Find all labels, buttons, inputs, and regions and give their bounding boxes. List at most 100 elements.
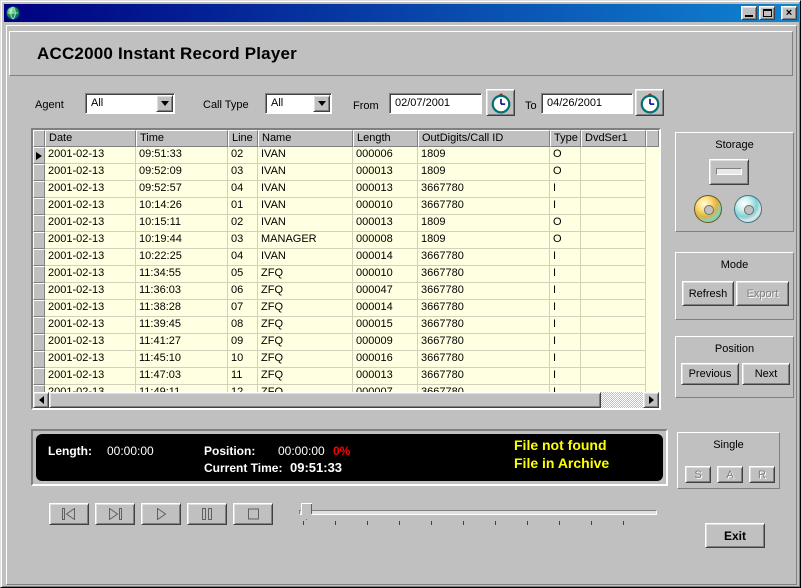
call-type-dropdown[interactable]: All bbox=[265, 93, 332, 114]
title-bar[interactable]: × bbox=[4, 4, 799, 22]
grid-cell bbox=[581, 266, 646, 283]
column-header-time[interactable]: Time bbox=[136, 130, 228, 147]
stop-button[interactable] bbox=[233, 503, 273, 525]
table-row[interactable]: 2001-02-1309:52:0903IVAN0000131809O bbox=[33, 164, 659, 181]
row-indicator bbox=[33, 147, 45, 164]
column-header-outdigits-call-id[interactable]: OutDigits/Call ID bbox=[418, 130, 550, 147]
close-button[interactable]: × bbox=[781, 6, 797, 20]
grid-cell: 2001-02-13 bbox=[45, 181, 136, 198]
seek-slider-track[interactable] bbox=[299, 510, 657, 515]
grid-cell: IVAN bbox=[258, 249, 353, 266]
grid-cell: 2001-02-13 bbox=[45, 232, 136, 249]
status-line-1: File not found bbox=[514, 437, 607, 453]
export-button[interactable]: Export bbox=[736, 281, 789, 306]
column-header-line[interactable]: Line bbox=[228, 130, 258, 147]
row-indicator bbox=[33, 249, 45, 266]
single-panel: Single S A R bbox=[677, 432, 780, 489]
mode-panel: Mode Refresh Export bbox=[675, 252, 794, 320]
grid-cell bbox=[581, 147, 646, 164]
a-button[interactable]: A bbox=[717, 466, 743, 483]
table-row[interactable]: 2001-02-1310:22:2504IVAN0000143667780I bbox=[33, 249, 659, 266]
column-header-length[interactable]: Length bbox=[353, 130, 418, 147]
grid-cell: 000016 bbox=[353, 351, 418, 368]
agent-dropdown-button[interactable] bbox=[156, 95, 173, 112]
table-row[interactable]: 2001-02-1311:49:1112ZFQ0000073667780I bbox=[33, 385, 659, 392]
table-row[interactable]: 2001-02-1309:52:5704IVAN0000133667780I bbox=[33, 181, 659, 198]
table-row[interactable]: 2001-02-1311:41:2709ZFQ0000093667780I bbox=[33, 334, 659, 351]
skip-to-start-button[interactable] bbox=[49, 503, 89, 525]
scrollbar-thumb[interactable] bbox=[49, 392, 601, 408]
drive-slot bbox=[716, 168, 742, 175]
scroll-right-button[interactable] bbox=[643, 392, 659, 408]
grid-cell: 11:41:27 bbox=[136, 334, 228, 351]
table-row[interactable]: 2001-02-1310:15:1102IVAN0000131809O bbox=[33, 215, 659, 232]
table-row[interactable]: 2001-02-1311:36:0306ZFQ0000473667780I bbox=[33, 283, 659, 300]
to-label: To bbox=[525, 100, 537, 112]
table-row[interactable]: 2001-02-1309:51:3302IVAN0000061809O bbox=[33, 147, 659, 164]
call-type-dropdown-button[interactable] bbox=[313, 95, 330, 112]
skip-to-end-button[interactable] bbox=[95, 503, 135, 525]
play-button[interactable] bbox=[141, 503, 181, 525]
refresh-button[interactable]: Refresh bbox=[682, 281, 734, 306]
grid-cell bbox=[581, 368, 646, 385]
to-date-input[interactable]: 04/26/2001 bbox=[541, 93, 633, 114]
horizontal-scrollbar[interactable] bbox=[33, 392, 659, 408]
row-indicator bbox=[33, 181, 45, 198]
grid-cell: 1809 bbox=[418, 147, 550, 164]
grid-cell: 2001-02-13 bbox=[45, 385, 136, 392]
pause-button[interactable] bbox=[187, 503, 227, 525]
column-header-dvdser1[interactable]: DvdSer1 bbox=[581, 130, 646, 147]
next-button[interactable]: Next bbox=[742, 363, 790, 385]
grid-cell: 11 bbox=[228, 368, 258, 385]
grid-cell: 2001-02-13 bbox=[45, 198, 136, 215]
records-grid[interactable]: DateTimeLineNameLengthOutDigits/Call IDT… bbox=[31, 128, 661, 410]
previous-button[interactable]: Previous bbox=[681, 363, 739, 385]
table-row[interactable]: 2001-02-1311:47:0311ZFQ0000133667780I bbox=[33, 368, 659, 385]
r-button[interactable]: R bbox=[749, 466, 775, 483]
cd-disc-icon[interactable] bbox=[734, 195, 762, 223]
table-row[interactable]: 2001-02-1310:14:2601IVAN0000103667780I bbox=[33, 198, 659, 215]
grid-cell: 000015 bbox=[353, 317, 418, 334]
column-header-date[interactable]: Date bbox=[45, 130, 136, 147]
row-indicator bbox=[33, 385, 45, 392]
s-button[interactable]: S bbox=[685, 466, 711, 483]
column-header-type[interactable]: Type bbox=[550, 130, 581, 147]
grid-body[interactable]: 2001-02-1309:51:3302IVAN0000061809O2001-… bbox=[33, 147, 659, 392]
minimize-button[interactable] bbox=[741, 6, 757, 20]
grid-cell bbox=[581, 334, 646, 351]
agent-dropdown[interactable]: All bbox=[85, 93, 175, 114]
position-percent: 0% bbox=[333, 444, 350, 458]
grid-cell: 2001-02-13 bbox=[45, 147, 136, 164]
grid-cell: I bbox=[550, 198, 581, 215]
table-row[interactable]: 2001-02-1311:34:5505ZFQ0000103667780I bbox=[33, 266, 659, 283]
cd-disc-icon[interactable] bbox=[694, 195, 722, 223]
grid-cell: 000047 bbox=[353, 283, 418, 300]
row-indicator bbox=[33, 198, 45, 215]
from-date-picker-button[interactable] bbox=[486, 89, 515, 116]
table-row[interactable]: 2001-02-1310:19:4403MANAGER0000081809O bbox=[33, 232, 659, 249]
to-date-picker-button[interactable] bbox=[635, 89, 664, 116]
table-row[interactable]: 2001-02-1311:45:1010ZFQ0000163667780I bbox=[33, 351, 659, 368]
skip-to-end-icon bbox=[105, 508, 125, 520]
scroll-left-button[interactable] bbox=[33, 392, 49, 408]
maximize-button[interactable] bbox=[759, 6, 775, 20]
grid-cell: 04 bbox=[228, 249, 258, 266]
table-row[interactable]: 2001-02-1311:38:2807ZFQ0000143667780I bbox=[33, 300, 659, 317]
table-row[interactable]: 2001-02-1311:39:4508ZFQ0000153667780I bbox=[33, 317, 659, 334]
grid-cell: 10:15:11 bbox=[136, 215, 228, 232]
from-date-value: 02/07/2001 bbox=[395, 97, 450, 109]
exit-button[interactable]: Exit bbox=[705, 523, 765, 548]
grid-cell: 11:39:45 bbox=[136, 317, 228, 334]
column-header-name[interactable]: Name bbox=[258, 130, 353, 147]
grid-cell: 000013 bbox=[353, 215, 418, 232]
grid-cell: 3667780 bbox=[418, 317, 550, 334]
disk-drive-icon[interactable] bbox=[709, 159, 749, 185]
grid-cell: 03 bbox=[228, 164, 258, 181]
grid-cell: 06 bbox=[228, 283, 258, 300]
grid-cell: 3667780 bbox=[418, 181, 550, 198]
grid-header-row: DateTimeLineNameLengthOutDigits/Call IDT… bbox=[33, 130, 659, 147]
agent-label: Agent bbox=[35, 99, 64, 111]
grid-cell: 11:34:55 bbox=[136, 266, 228, 283]
grid-cell: I bbox=[550, 266, 581, 283]
from-date-input[interactable]: 02/07/2001 bbox=[389, 93, 482, 114]
